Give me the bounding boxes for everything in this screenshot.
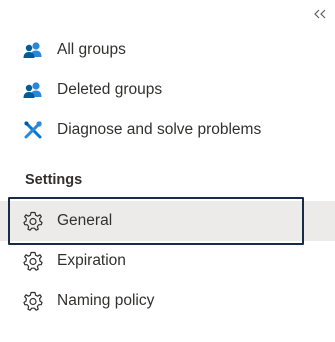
groups-icon [22, 40, 44, 60]
nav-item-diagnose-and-solve-problems[interactable]: Diagnose and solve problems [0, 110, 335, 150]
nav-item-label: General [57, 212, 113, 229]
nav-item-expiration[interactable]: Expiration [0, 241, 335, 281]
gear-icon [22, 291, 44, 311]
gear-icon [22, 211, 44, 231]
nav-item-label: Diagnose and solve problems [57, 121, 262, 138]
double-chevron-left-icon [314, 9, 326, 19]
wrench-screwdriver-icon [22, 120, 44, 140]
nav-item-label: Deleted groups [57, 81, 163, 98]
nav-item-label: All groups [57, 41, 126, 58]
nav-item-naming-policy[interactable]: Naming policy [0, 281, 335, 321]
nav-item-all-groups[interactable]: All groups [0, 30, 335, 70]
nav-item-general[interactable]: General [0, 201, 335, 241]
collapse-sidebar-button[interactable] [310, 4, 330, 24]
nav-item-label: Naming policy [57, 292, 155, 309]
groups-icon [22, 80, 44, 100]
nav-item-label: Expiration [57, 252, 126, 269]
gear-icon [22, 251, 44, 271]
nav-item-deleted-groups[interactable]: Deleted groups [0, 70, 335, 110]
settings-section-header: Settings [25, 172, 83, 188]
